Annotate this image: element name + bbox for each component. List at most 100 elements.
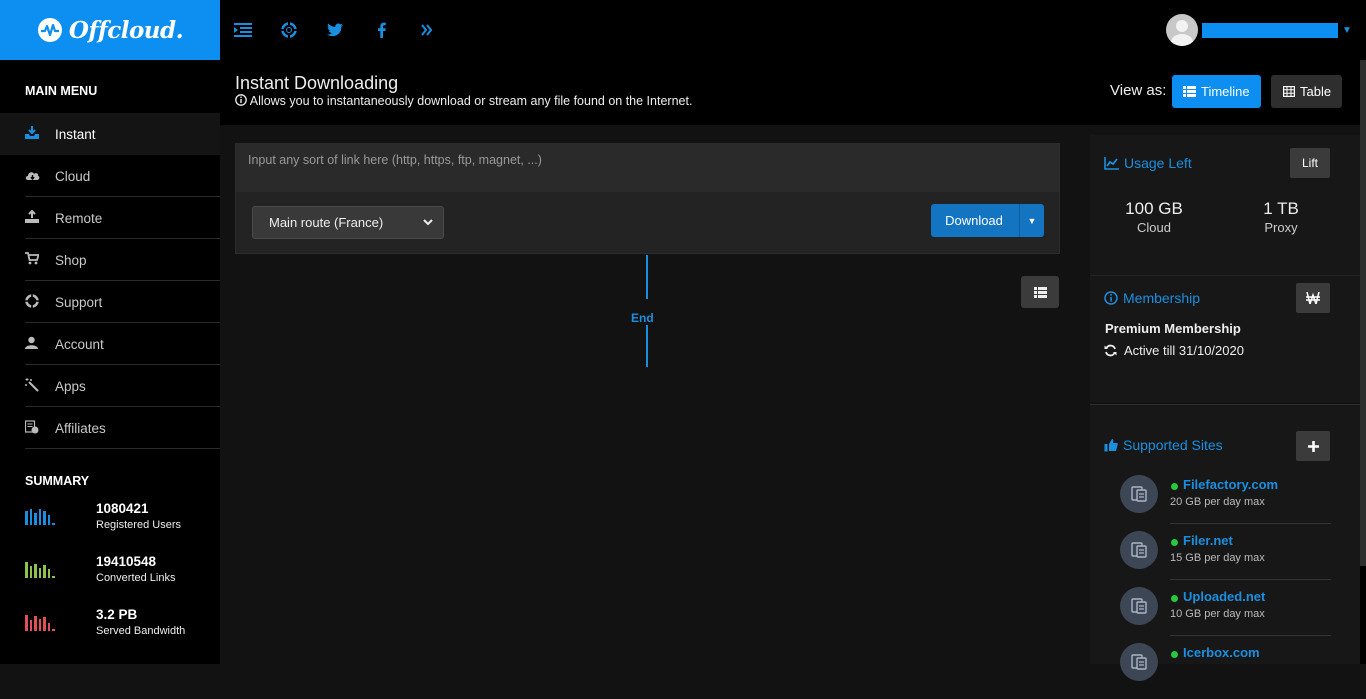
brand-logo[interactable]: Offcloud. xyxy=(0,0,220,60)
site-item-filer[interactable]: Filer.net 15 GB per day max xyxy=(1120,531,1331,587)
view-as-label: View as: xyxy=(1110,82,1167,99)
site-name[interactable]: Filefactory.com xyxy=(1183,477,1278,492)
subtitle-text: Allows you to instantaneously download o… xyxy=(249,94,693,108)
site-quota: 15 GB per day max xyxy=(1170,552,1265,564)
download-tray-icon xyxy=(25,125,55,143)
usage-card: Usage Left Lift 100 GB Cloud 1 TB Proxy xyxy=(1090,135,1360,275)
proxy-usage-value: 1 TB xyxy=(1263,199,1299,218)
stat-served-bandwidth: 3.2 PB Served Bandwidth xyxy=(25,607,185,637)
stat-converted-links: 19410548 Converted Links xyxy=(25,554,176,584)
cloud-download-icon xyxy=(25,168,55,184)
timeline-line xyxy=(646,255,648,299)
sidebar-item-label: Support xyxy=(55,294,103,310)
bar-chart-icon xyxy=(25,560,56,578)
timeline-view-button[interactable]: Timeline xyxy=(1172,75,1261,108)
supported-sites-title: Supported Sites xyxy=(1123,437,1223,453)
link-form: Input any sort of link here (http, https… xyxy=(235,143,1060,254)
cloud-usage-label: Cloud xyxy=(1137,220,1171,235)
sidebar-item-shop[interactable]: Shop xyxy=(0,239,220,281)
lift-button[interactable]: Lift xyxy=(1290,148,1330,178)
sidebar-item-label: Apps xyxy=(55,378,86,394)
support-icon[interactable] xyxy=(277,18,301,42)
sidebar-item-label: Shop xyxy=(55,252,87,268)
top-bar: Offcloud. ▼ xyxy=(0,0,1366,60)
sidebar: MAIN MENU Instant Cloud Remote Shop Supp… xyxy=(0,60,220,664)
site-name[interactable]: Icerbox.com xyxy=(1183,645,1260,660)
list-icon xyxy=(1183,86,1196,97)
site-item-icerbox[interactable]: Icerbox.com xyxy=(1120,643,1331,699)
file-server-icon xyxy=(1120,587,1158,625)
file-server-icon xyxy=(1120,475,1158,513)
caret-down-icon[interactable]: ▼ xyxy=(1019,204,1044,237)
stat-label: Converted Links xyxy=(96,572,176,584)
cloud-usage-value: 100 GB xyxy=(1125,199,1183,218)
right-panel: Usage Left Lift 100 GB Cloud 1 TB Proxy … xyxy=(1090,125,1360,681)
money-icon xyxy=(24,419,55,437)
caret-down-icon: ▼ xyxy=(1342,24,1352,36)
sidebar-item-cloud[interactable]: Cloud xyxy=(0,155,220,197)
route-select[interactable]: Main route (France) xyxy=(252,206,444,239)
table-label: Table xyxy=(1300,84,1332,99)
online-status-dot xyxy=(1171,539,1178,546)
twitter-icon[interactable] xyxy=(323,18,347,42)
site-quota: 20 GB per day max xyxy=(1170,496,1265,508)
active-till-text: Active till 31/10/2020 xyxy=(1124,343,1244,358)
table-view-button[interactable]: Table xyxy=(1271,75,1343,108)
site-name[interactable]: Uploaded.net xyxy=(1183,589,1265,604)
sidebar-item-affiliates[interactable]: Affiliates xyxy=(0,407,220,449)
user-name xyxy=(1202,22,1338,38)
sidebar-item-account[interactable]: Account xyxy=(0,323,220,365)
thumbs-up-icon xyxy=(1104,439,1118,452)
timeline-line xyxy=(646,325,648,367)
stat-label: Registered Users xyxy=(96,519,181,531)
timeline-label: Timeline xyxy=(1201,84,1250,99)
won-icon xyxy=(1306,292,1320,304)
membership-plan: Premium Membership xyxy=(1105,321,1241,336)
summary-heading: SUMMARY xyxy=(25,474,90,488)
sidebar-item-remote[interactable]: Remote xyxy=(0,197,220,239)
chevron-double-right-icon[interactable] xyxy=(415,18,439,42)
scrollbar[interactable] xyxy=(1360,60,1366,664)
stat-value: 3.2 PB xyxy=(96,607,138,622)
list-view-toggle-button[interactable] xyxy=(1021,276,1059,308)
scrollbar-thumb[interactable] xyxy=(1360,60,1366,566)
site-item-filefactory[interactable]: Filefactory.com 20 GB per day max xyxy=(1120,475,1331,531)
avatar xyxy=(1166,14,1198,46)
route-selected-value: Main route (France) xyxy=(269,215,384,230)
bar-chart-icon xyxy=(25,507,56,525)
sidebar-item-support[interactable]: Support xyxy=(0,281,220,323)
add-site-button[interactable] xyxy=(1296,431,1330,461)
menu-collapse-icon[interactable] xyxy=(231,18,255,42)
list-icon xyxy=(1033,286,1047,298)
page-header: Instant Downloading Allows you to instan… xyxy=(220,60,1366,125)
download-button[interactable]: Download ▼ xyxy=(931,204,1044,237)
link-input[interactable]: Input any sort of link here (http, https… xyxy=(236,144,1059,193)
supported-sites-card: Supported Sites Filefactory.com 20 GB pe… xyxy=(1090,404,1360,681)
sidebar-item-apps[interactable]: Apps xyxy=(0,365,220,407)
stat-value: 1080421 xyxy=(96,501,149,516)
page-title: Instant Downloading xyxy=(235,73,399,93)
site-name[interactable]: Filer.net xyxy=(1183,533,1233,548)
sidebar-item-label: Instant xyxy=(55,126,96,142)
sidebar-item-instant[interactable]: Instant xyxy=(0,113,220,155)
file-server-icon xyxy=(1120,643,1158,681)
refresh-icon xyxy=(1104,344,1117,357)
online-status-dot xyxy=(1171,651,1178,658)
user-menu[interactable]: ▼ xyxy=(1166,14,1352,46)
sidebar-item-label: Affiliates xyxy=(55,420,106,436)
buy-membership-button[interactable] xyxy=(1296,283,1330,313)
main-menu-heading: MAIN MENU xyxy=(25,84,98,98)
online-status-dot xyxy=(1171,483,1178,490)
site-item-uploaded[interactable]: Uploaded.net 10 GB per day max xyxy=(1120,587,1331,643)
brand-name: Offcloud. xyxy=(68,16,184,44)
usage-heading: Usage Left xyxy=(1104,155,1192,171)
divider xyxy=(1170,523,1331,524)
user-icon xyxy=(25,336,55,352)
membership-card: Membership Premium Membership Active til… xyxy=(1090,275,1360,402)
page-subtitle: Allows you to instantaneously download o… xyxy=(235,94,692,108)
info-icon xyxy=(1104,291,1118,305)
membership-status: Active till 31/10/2020 xyxy=(1104,343,1244,358)
facebook-icon[interactable] xyxy=(369,18,393,42)
divider xyxy=(1170,635,1331,636)
sidebar-item-label: Cloud xyxy=(55,168,91,184)
